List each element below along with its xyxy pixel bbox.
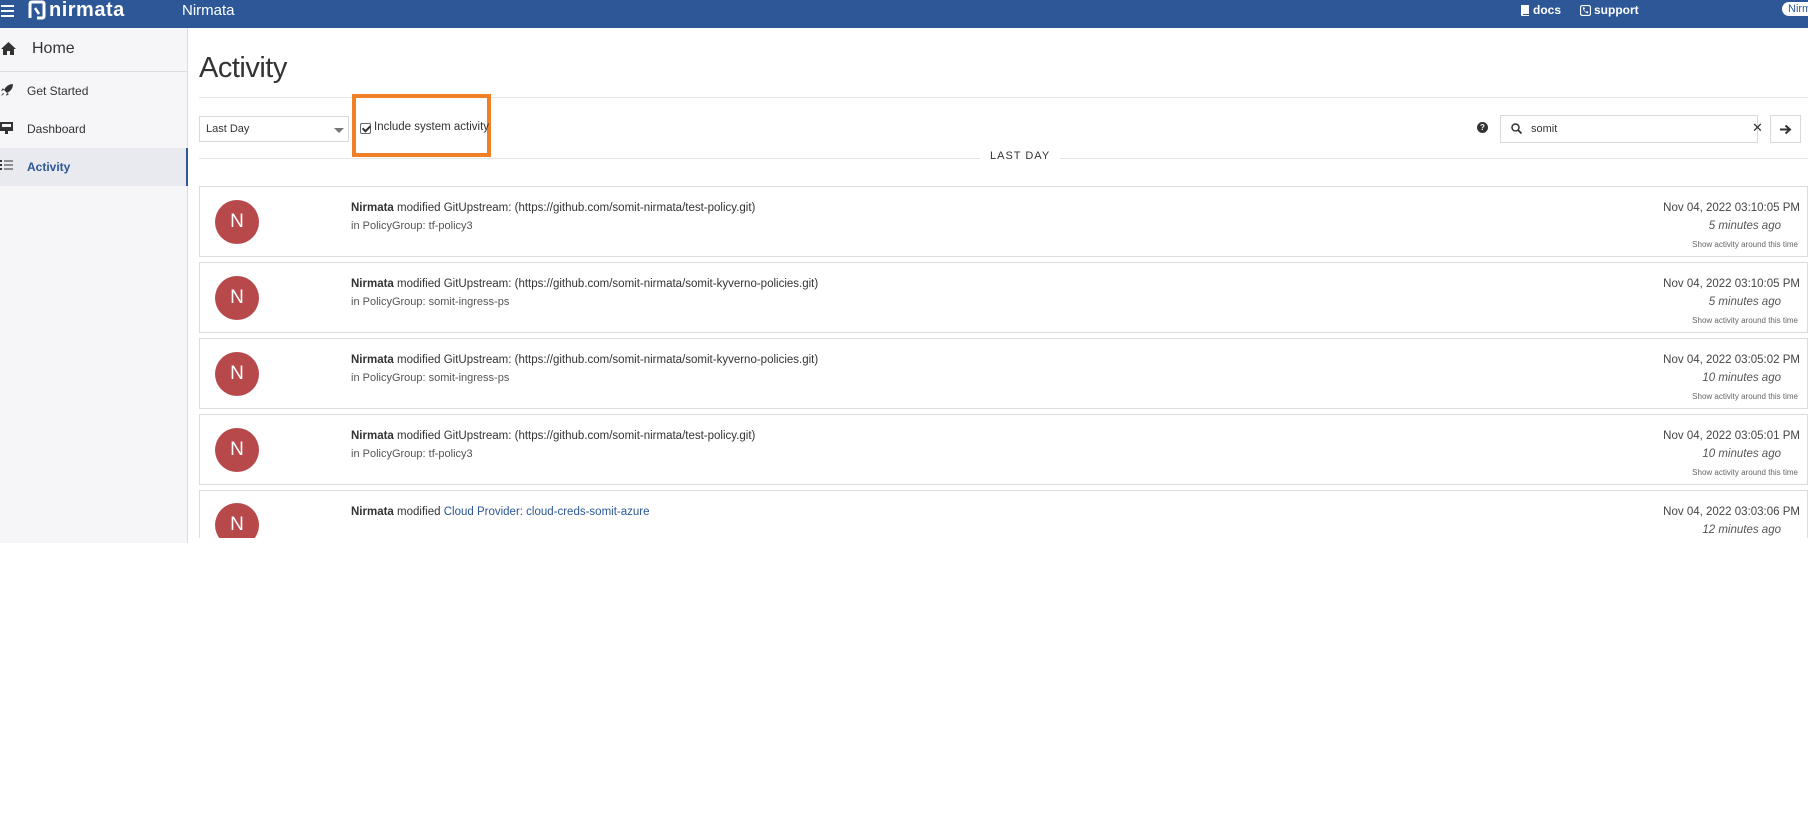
activity-item: N Nirmata modified GitUpstream: (https:/… (199, 414, 1808, 485)
activity-user: Nirmata (351, 506, 394, 518)
logo[interactable]: nirmata (27, 0, 125, 22)
activity-timestamp: Nov 04, 2022 03:03:06 PM (1663, 506, 1800, 518)
menu-icon[interactable] (0, 2, 16, 20)
avatar: N (215, 428, 259, 472)
search-submit-button[interactable] (1770, 115, 1801, 143)
show-activity-around-link[interactable]: Show activity around this time (1692, 392, 1798, 401)
show-activity-around-link[interactable]: Show activity around this time (1692, 468, 1798, 477)
sidebar-item-get-started[interactable]: Get Started (0, 72, 187, 110)
activity-timestamp: Nov 04, 2022 03:10:05 PM (1663, 202, 1800, 214)
activity-user: Nirmata (351, 202, 394, 214)
search-input[interactable] (1529, 120, 1729, 138)
logo-text: nirmata (49, 0, 125, 21)
avatar: N (215, 352, 259, 396)
activity-context: in PolicyGroup: tf-policy3 (351, 220, 473, 232)
sidebar-item-activity[interactable]: Activity (0, 148, 188, 186)
activity-user: Nirmata (351, 354, 394, 366)
activity-action: modified (397, 430, 441, 442)
activity-relative-time: 5 minutes ago (1708, 220, 1781, 232)
activity-summary: Nirmata modified GitUpstream: (https://g… (351, 430, 755, 442)
book-icon (1521, 4, 1529, 16)
phone-icon (1580, 4, 1591, 16)
question-icon[interactable]: ? (1477, 122, 1488, 133)
avatar: N (215, 200, 259, 244)
activity-summary: Nirmata modified Cloud Provider: cloud-c… (351, 506, 650, 518)
activity-relative-time: 12 minutes ago (1702, 524, 1781, 536)
activity-user: Nirmata (351, 278, 394, 290)
activity-action: modified (397, 278, 441, 290)
activity-action: modified (397, 354, 441, 366)
activity-item: N Nirmata modified Cloud Provider: cloud… (199, 490, 1808, 538)
activity-object: GitUpstream: (https://github.com/somit-n… (443, 354, 819, 366)
clear-search-icon[interactable]: ✕ (1752, 121, 1763, 135)
avatar: N (215, 503, 259, 538)
docs-link[interactable]: docs (1520, 2, 1561, 18)
activity-timestamp: Nov 04, 2022 03:05:01 PM (1663, 430, 1800, 442)
activity-list: N Nirmata modified GitUpstream: (https:/… (199, 186, 1808, 543)
time-range-select[interactable]: Last Day (199, 116, 349, 142)
nirmata-logo-icon (28, 0, 46, 20)
activity-item: N Nirmata modified GitUpstream: (https:/… (199, 338, 1808, 409)
sidebar-home-label: Home (32, 40, 75, 57)
activity-user: Nirmata (351, 430, 394, 442)
activity-relative-time: 10 minutes ago (1702, 372, 1781, 384)
activity-timestamp: Nov 04, 2022 03:10:05 PM (1663, 278, 1800, 290)
activity-object: GitUpstream: (https://github.com/somit-n… (443, 202, 756, 214)
rocket-icon (1, 84, 13, 96)
activity-item: N Nirmata modified GitUpstream: (https:/… (199, 186, 1808, 257)
activity-object: GitUpstream: (https://github.com/somit-n… (443, 430, 756, 442)
activity-summary: Nirmata modified GitUpstream: (https://g… (351, 278, 818, 290)
show-activity-around-link[interactable]: Show activity around this time (1692, 240, 1798, 249)
activity-context: in PolicyGroup: somit-ingress-ps (351, 296, 510, 308)
search-box (1500, 115, 1758, 143)
app-title: Nirmata (182, 2, 235, 19)
support-link[interactable]: support (1580, 2, 1639, 18)
section-label: LAST DAY (980, 150, 1061, 162)
search-icon (1511, 123, 1522, 134)
sidebar-item-dashboard[interactable]: Dashboard (0, 110, 187, 148)
sidebar-item-label: Dashboard (27, 122, 86, 136)
sidebar-item-label: Activity (27, 160, 71, 174)
support-label: support (1594, 3, 1639, 17)
caret-down-icon (334, 128, 344, 133)
activity-relative-time: 5 minutes ago (1708, 296, 1781, 308)
docs-label: docs (1533, 3, 1562, 17)
time-range-value: Last Day (206, 123, 250, 135)
list-icon (0, 160, 13, 170)
activity-context: in PolicyGroup: tf-policy3 (351, 448, 473, 460)
activity-summary: Nirmata modified GitUpstream: (https://g… (351, 202, 755, 214)
page-title: Activity (199, 52, 287, 84)
activity-context: in PolicyGroup: somit-ingress-ps (351, 372, 510, 384)
sidebar-item-label: Get Started (27, 84, 89, 98)
avatar: N (215, 276, 259, 320)
activity-action: modified (397, 506, 441, 518)
activity-object: GitUpstream: (https://github.com/somit-n… (443, 278, 819, 290)
arrow-right-icon (1780, 124, 1792, 135)
activity-action: modified (397, 202, 441, 214)
top-navbar: nirmata Nirmata docs support Nirm (0, 0, 1808, 28)
include-system-activity-checkbox[interactable] (360, 123, 371, 134)
user-menu[interactable]: Nirm (1782, 2, 1808, 16)
home-icon (1, 42, 16, 55)
activity-relative-time: 10 minutes ago (1702, 448, 1781, 460)
activity-object-link[interactable]: Cloud Provider: cloud-creds-somit-azure (444, 506, 650, 518)
activity-timestamp: Nov 04, 2022 03:05:02 PM (1663, 354, 1800, 366)
include-system-activity-label[interactable]: Include system activity (374, 121, 489, 133)
show-activity-around-link[interactable]: Show activity around this time (1692, 316, 1798, 325)
activity-summary: Nirmata modified GitUpstream: (https://g… (351, 354, 818, 366)
dashboard-icon (0, 122, 13, 134)
activity-item: N Nirmata modified GitUpstream: (https:/… (199, 262, 1808, 333)
sidebar: Home Get Started Dashboard Activity (0, 28, 188, 543)
sidebar-item-home[interactable]: Home (0, 28, 187, 72)
